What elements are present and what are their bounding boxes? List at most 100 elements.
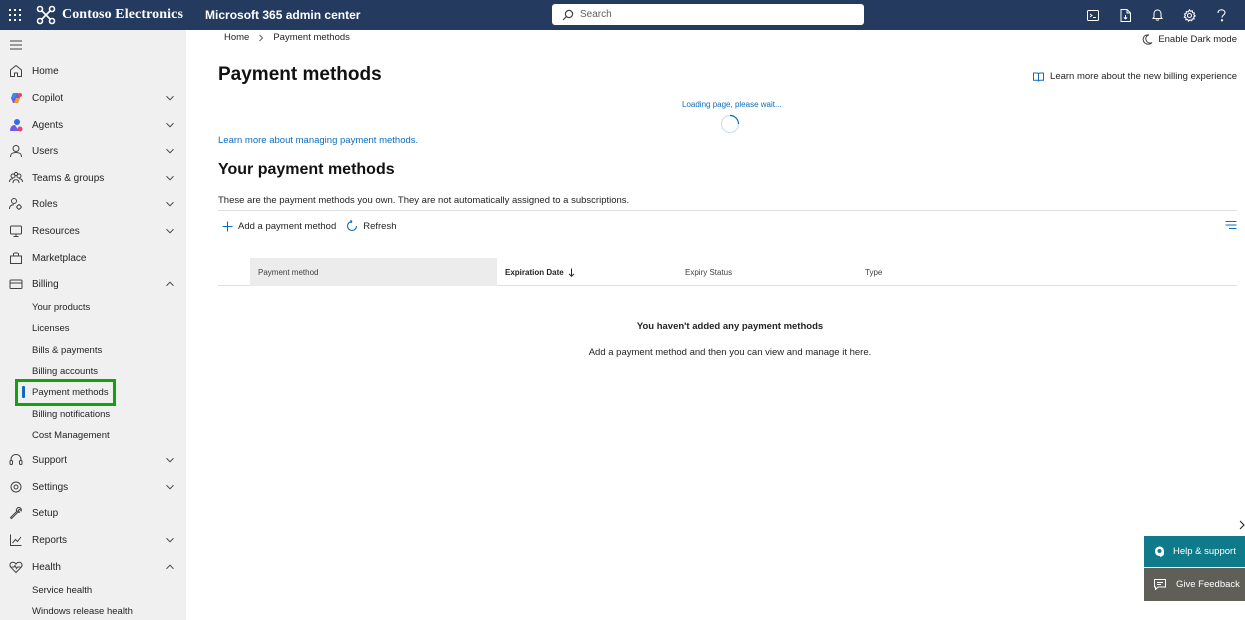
active-indicator: [22, 386, 25, 398]
marketplace-icon: [10, 252, 22, 264]
add-payment-method-button[interactable]: Add a payment method: [222, 221, 336, 232]
sidebar-item-reports[interactable]: Reports: [0, 528, 186, 552]
app-name[interactable]: Microsoft 365 admin center: [205, 8, 360, 22]
sidebar: Home Copilot Agents Users Teams & groups…: [0, 30, 186, 620]
document-download-icon[interactable]: [1109, 0, 1141, 30]
sidebar-item-users[interactable]: Users: [0, 139, 186, 163]
sidebar-item-roles[interactable]: Roles: [0, 192, 186, 216]
notification-bell-icon[interactable]: [1141, 0, 1173, 30]
chevron-up-icon[interactable]: [165, 562, 175, 572]
contoso-logo-icon: [36, 5, 56, 25]
chevron-down-icon[interactable]: [165, 482, 175, 492]
chevron-right-icon: [259, 34, 264, 41]
command-bar: Add a payment method Refresh: [222, 218, 407, 234]
add-button-label: Add a payment method: [238, 220, 337, 232]
sidebar-subitem-billing-accounts[interactable]: Billing accounts: [32, 364, 98, 380]
hamburger-menu-icon[interactable]: [9, 39, 23, 51]
chevron-down-icon[interactable]: [165, 455, 175, 465]
refresh-button[interactable]: Refresh: [346, 220, 397, 232]
sidebar-item-label: Teams & groups: [32, 172, 105, 184]
dark-mode-toggle[interactable]: Enable Dark mode: [1142, 34, 1237, 45]
loading-spinner-icon: [720, 114, 740, 134]
chevron-down-icon[interactable]: [165, 226, 175, 236]
org-brand[interactable]: Contoso Electronics: [36, 0, 183, 30]
teams-groups-icon: [9, 171, 23, 184]
breadcrumb: Home Payment methods: [224, 32, 350, 43]
search-input[interactable]: [580, 9, 850, 20]
sidebar-subitem-payment-methods[interactable]: Payment methods: [32, 385, 109, 401]
home-icon: [10, 64, 22, 77]
settings-gear-icon[interactable]: [1173, 0, 1205, 30]
sidebar-item-agents[interactable]: Agents: [0, 113, 186, 137]
help-question-icon[interactable]: [1205, 0, 1237, 30]
sidebar-item-label: Resources: [32, 225, 80, 237]
support-icon: [9, 453, 23, 465]
sidebar-item-setup[interactable]: Setup: [0, 501, 186, 525]
copilot-icon: [11, 93, 22, 103]
refresh-icon: [347, 220, 358, 232]
chevron-down-icon[interactable]: [165, 120, 175, 130]
sidebar-subitem-cost-management[interactable]: Cost Management: [32, 428, 110, 444]
setup-wrench-icon: [9, 506, 22, 520]
list-options-icon[interactable]: [1225, 220, 1237, 230]
breadcrumb-home[interactable]: Home: [224, 32, 249, 43]
sidebar-item-home[interactable]: Home: [0, 59, 186, 83]
sidebar-subitem-bills-payments[interactable]: Bills & payments: [32, 343, 102, 359]
billing-icon: [9, 279, 23, 289]
terminal-icon[interactable]: [1077, 0, 1109, 30]
chevron-right-icon[interactable]: [1239, 520, 1245, 530]
table-header: Payment method Expiration Date Expiry St…: [218, 258, 1237, 286]
learn-payment-methods-link[interactable]: Learn more about managing payment method…: [218, 135, 418, 146]
main-content: Home Payment methods Enable Dark mode Pa…: [186, 30, 1245, 620]
help-support-button[interactable]: Help & support: [1144, 536, 1245, 567]
sidebar-item-settings[interactable]: Settings: [0, 475, 186, 499]
health-heart-icon: [9, 561, 23, 574]
column-header-payment-method[interactable]: Payment method: [250, 258, 497, 286]
sidebar-subitem-licenses[interactable]: Licenses: [32, 321, 70, 337]
search-box[interactable]: [552, 4, 864, 25]
refresh-button-label: Refresh: [363, 220, 397, 232]
sidebar-item-copilot[interactable]: Copilot: [0, 86, 186, 110]
sidebar-item-teams-groups[interactable]: Teams & groups: [0, 166, 186, 190]
dark-mode-label: Enable Dark mode: [1158, 34, 1237, 45]
org-name: Contoso Electronics: [62, 7, 184, 22]
give-feedback-button[interactable]: Give Feedback: [1144, 568, 1245, 601]
roles-icon: [9, 198, 22, 210]
sidebar-item-support[interactable]: Support: [0, 448, 186, 472]
chevron-down-icon[interactable]: [165, 199, 175, 209]
empty-state-description: Add a payment method and then you can vi…: [588, 347, 872, 358]
sidebar-item-label: Roles: [32, 198, 58, 210]
search-icon: [562, 9, 574, 20]
section-title: Your payment methods: [218, 161, 395, 178]
sort-down-arrow-icon: [568, 268, 575, 277]
app-launcher-icon[interactable]: [0, 0, 30, 30]
learn-billing-link[interactable]: Learn more about the new billing experie…: [1033, 71, 1237, 82]
sidebar-item-marketplace[interactable]: Marketplace: [0, 246, 186, 270]
chevron-down-icon[interactable]: [165, 93, 175, 103]
chevron-down-icon[interactable]: [165, 173, 175, 183]
chevron-down-icon[interactable]: [165, 535, 175, 545]
column-header-expiration-date[interactable]: Expiration Date: [505, 258, 575, 286]
sidebar-item-label: Reports: [32, 534, 68, 546]
sidebar-subitem-windows-release-health[interactable]: Windows release health: [32, 604, 133, 620]
sidebar-item-resources[interactable]: Resources: [0, 219, 186, 243]
sidebar-subitem-service-health[interactable]: Service health: [32, 583, 92, 599]
sidebar-item-billing[interactable]: Billing: [0, 272, 186, 296]
sidebar-item-label: Setup: [32, 507, 59, 519]
headset-icon: [1155, 546, 1164, 557]
column-header-type[interactable]: Type: [865, 258, 882, 286]
book-icon: [1033, 72, 1045, 82]
sidebar-subitem-billing-notifications[interactable]: Billing notifications: [32, 407, 110, 423]
empty-state-title: You haven't added any payment methods: [636, 321, 824, 332]
sidebar-item-label: Billing: [32, 278, 59, 290]
column-header-expiry-status[interactable]: Expiry Status: [685, 258, 732, 286]
loading-text: Loading page, please wait...: [682, 100, 782, 109]
sidebar-item-health[interactable]: Health: [0, 555, 186, 579]
chevron-down-icon[interactable]: [165, 146, 175, 156]
user-icon: [10, 145, 22, 158]
sidebar-item-label: Home: [32, 65, 59, 77]
chevron-up-icon[interactable]: [165, 279, 175, 289]
sidebar-item-label: Users: [32, 145, 59, 157]
breadcrumb-current: Payment methods: [273, 32, 350, 43]
sidebar-subitem-your-products[interactable]: Your products: [32, 300, 90, 316]
